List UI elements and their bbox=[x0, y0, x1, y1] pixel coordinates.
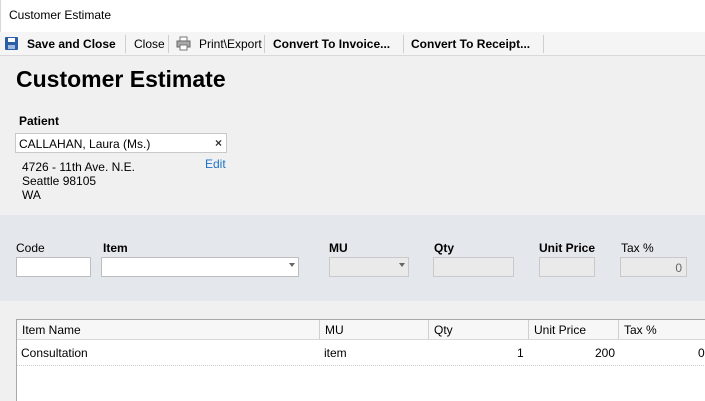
table-row[interactable]: Consultation item 1 200 0 bbox=[17, 339, 705, 366]
code-label: Code bbox=[16, 241, 45, 255]
column-header-qty[interactable]: Qty bbox=[434, 323, 453, 337]
patient-field[interactable]: CALLAHAN, Laura (Ms.) × bbox=[15, 133, 227, 153]
convert-to-receipt-button[interactable]: Convert To Receipt... bbox=[411, 32, 530, 56]
save-icon bbox=[5, 37, 18, 50]
qty-label: Qty bbox=[434, 241, 455, 255]
toolbar-separator bbox=[403, 35, 404, 53]
title-bar: Customer Estimate bbox=[0, 0, 705, 32]
patient-value: CALLAHAN, Laura (Ms.) bbox=[19, 137, 151, 151]
column-separator[interactable] bbox=[528, 320, 529, 339]
item-label: Item bbox=[103, 241, 128, 255]
clear-icon[interactable]: × bbox=[215, 136, 222, 150]
printer-icon bbox=[176, 36, 191, 51]
toolbar-separator bbox=[543, 35, 544, 53]
code-input[interactable] bbox=[16, 257, 91, 277]
toolbar: Save and Close Close Print\Export Conver… bbox=[0, 32, 705, 56]
cell-qty: 1 bbox=[517, 346, 524, 360]
unit-price-input bbox=[539, 257, 595, 277]
toolbar-separator bbox=[264, 35, 265, 53]
column-header-unit-price[interactable]: Unit Price bbox=[534, 323, 586, 337]
chevron-down-icon[interactable] bbox=[289, 263, 295, 267]
cell-unit-price: 200 bbox=[595, 346, 616, 360]
grid-header: Item Name MU Qty Unit Price Tax % bbox=[17, 320, 705, 340]
edit-address-link[interactable]: Edit bbox=[205, 157, 226, 171]
column-header-item-name[interactable]: Item Name bbox=[22, 323, 81, 337]
print-export-button[interactable]: Print\Export bbox=[199, 32, 262, 56]
convert-to-invoice-button[interactable]: Convert To Invoice... bbox=[273, 32, 390, 56]
column-separator[interactable] bbox=[428, 320, 429, 339]
cell-tax: 0 bbox=[698, 346, 705, 360]
tax-label: Tax % bbox=[621, 241, 654, 255]
column-separator[interactable] bbox=[319, 320, 320, 339]
estimate-lines-grid[interactable]: Item Name MU Qty Unit Price Tax % Consul… bbox=[16, 319, 705, 401]
tax-value: 0 bbox=[675, 261, 682, 275]
patient-label: Patient bbox=[19, 114, 60, 128]
column-header-mu[interactable]: MU bbox=[325, 323, 344, 337]
qty-input bbox=[433, 257, 514, 277]
address-line-1: 4726 - 11th Ave. N.E. bbox=[22, 160, 135, 174]
save-and-close-button[interactable]: Save and Close bbox=[27, 32, 116, 56]
column-separator[interactable] bbox=[618, 320, 619, 339]
window-title: Customer Estimate bbox=[9, 8, 112, 22]
page-title: Customer Estimate bbox=[16, 66, 226, 92]
close-button[interactable]: Close bbox=[134, 32, 165, 56]
unit-price-label: Unit Price bbox=[539, 241, 596, 255]
mu-label: MU bbox=[329, 241, 348, 255]
cell-mu: item bbox=[324, 346, 347, 360]
column-header-tax[interactable]: Tax % bbox=[624, 323, 657, 337]
cell-item-name: Consultation bbox=[21, 346, 88, 360]
mu-dropdown bbox=[329, 257, 409, 277]
tax-input: 0 bbox=[620, 257, 687, 277]
toolbar-separator bbox=[168, 35, 169, 53]
address-line-3: WA bbox=[22, 188, 41, 202]
toolbar-separator bbox=[125, 35, 126, 53]
address-line-2: Seattle 98105 bbox=[22, 174, 97, 188]
chevron-down-icon bbox=[399, 263, 405, 267]
item-combobox[interactable] bbox=[101, 257, 299, 277]
